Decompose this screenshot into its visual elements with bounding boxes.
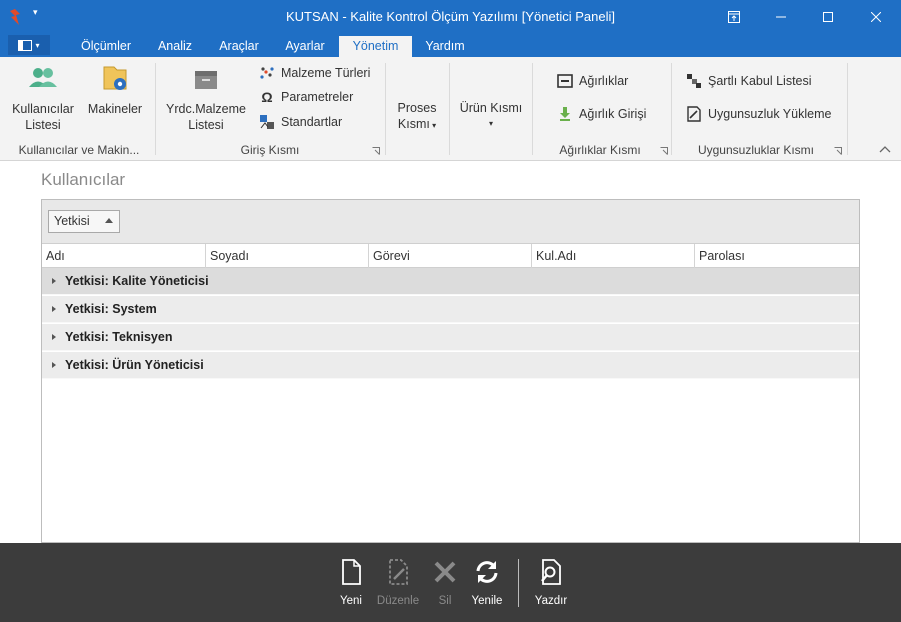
group-label-input: Giriş Kısmı bbox=[240, 143, 300, 157]
group-row-system[interactable]: Yetkisi: System bbox=[42, 296, 859, 323]
box-icon bbox=[195, 71, 217, 89]
expand-arrow-icon[interactable] bbox=[52, 362, 56, 368]
window-layout-icon bbox=[728, 10, 740, 23]
expand-arrow-icon[interactable] bbox=[52, 334, 56, 340]
process-section-dropdown[interactable]: Proses Kısmı ▾ bbox=[391, 100, 443, 134]
close-button[interactable] bbox=[853, 0, 899, 33]
tab-yardim[interactable]: Yardım bbox=[416, 36, 474, 57]
machines-button[interactable]: Makineler bbox=[84, 63, 146, 117]
weights-button[interactable]: Ağırlıklar bbox=[557, 71, 628, 91]
assistant-material-list-button[interactable]: Yrdc.Malzeme Listesi bbox=[162, 63, 250, 133]
ribbon-panel: Kullanıcılar Listesi Makineler Kullanıcı… bbox=[0, 57, 901, 161]
close-icon bbox=[871, 11, 881, 22]
sort-ascending-icon bbox=[105, 218, 113, 223]
dialog-launcher-icon[interactable] bbox=[372, 147, 380, 155]
column-header-row: Adı Soyadı Görevi Kul.Adı Parolası bbox=[42, 244, 859, 268]
dialog-launcher-icon[interactable] bbox=[834, 147, 842, 155]
users-grid[interactable]: Yetkisi Adı Soyadı Görevi Kul.Adı Parola… bbox=[41, 199, 860, 543]
collapse-ribbon-icon[interactable] bbox=[879, 144, 891, 154]
action-separator bbox=[518, 559, 519, 607]
standards-icon bbox=[259, 114, 275, 130]
delete-button[interactable]: Sil bbox=[430, 558, 460, 607]
refresh-icon bbox=[476, 561, 498, 583]
dialog-launcher-icon[interactable] bbox=[660, 147, 668, 155]
download-arrow-icon bbox=[557, 106, 573, 122]
weight-entry-button[interactable]: Ağırlık Girişi bbox=[557, 104, 646, 124]
group-row-kalite-yoneticisi[interactable]: Yetkisi: Kalite Yöneticisi bbox=[42, 268, 859, 295]
omega-icon: Ω bbox=[261, 89, 273, 105]
machines-icon bbox=[103, 66, 127, 90]
dropdown-arrow-icon: ▾ bbox=[429, 121, 437, 130]
group-row-urun-yoneticisi[interactable]: Yetkisi: Ürün Yöneticisi bbox=[42, 352, 859, 379]
dots-scatter-icon bbox=[259, 65, 275, 81]
page-title: Kullanıcılar bbox=[41, 170, 126, 189]
print-button[interactable]: Yazdır bbox=[531, 558, 571, 607]
ribbon-separator bbox=[385, 63, 386, 155]
users-icon bbox=[29, 68, 57, 87]
column-header-surname[interactable]: Soyadı bbox=[206, 244, 369, 268]
print-preview-icon bbox=[541, 559, 561, 585]
column-header-password[interactable]: Parolası bbox=[695, 244, 859, 268]
group-row-teknisyen[interactable]: Yetkisi: Teknisyen bbox=[42, 324, 859, 351]
delete-x-icon bbox=[434, 561, 456, 583]
tab-ayarlar[interactable]: Ayarlar bbox=[276, 36, 334, 57]
new-button[interactable]: Yeni bbox=[333, 558, 369, 607]
new-document-icon bbox=[342, 559, 361, 585]
refresh-button[interactable]: Yenile bbox=[468, 558, 506, 607]
tab-yonetim[interactable]: Yönetim bbox=[339, 36, 412, 57]
column-header-username[interactable]: Kul.Adı bbox=[532, 244, 695, 268]
ribbon-separator bbox=[847, 63, 848, 155]
ribbon-separator bbox=[532, 63, 533, 155]
parameters-button[interactable]: Ω Parametreler bbox=[259, 87, 353, 107]
ribbon-separator bbox=[671, 63, 672, 155]
ribbon-separator bbox=[449, 63, 450, 155]
edit-button[interactable]: Düzenle bbox=[373, 558, 423, 607]
column-header-name[interactable]: Adı bbox=[42, 244, 206, 268]
weights-box-icon bbox=[557, 73, 573, 89]
document-pen-icon bbox=[686, 106, 702, 122]
expand-arrow-icon[interactable] bbox=[52, 278, 56, 284]
maximize-icon bbox=[823, 11, 833, 22]
group-label-weights: Ağırlıklar Kısmı bbox=[559, 143, 641, 157]
checker-icon bbox=[686, 73, 702, 89]
expand-arrow-icon[interactable] bbox=[52, 306, 56, 312]
column-header-role[interactable]: Görevi bbox=[369, 244, 532, 268]
tab-olcumler[interactable]: Ölçümler bbox=[71, 36, 141, 57]
users-list-button[interactable]: Kullanıcılar Listesi bbox=[8, 63, 78, 133]
application-menu-icon bbox=[18, 39, 33, 51]
restore-layout-button[interactable] bbox=[711, 0, 757, 33]
ribbon-tab-bar: ▾ Ölçümler Analiz Araçlar Ayarlar Yöneti… bbox=[0, 33, 901, 57]
standards-button[interactable]: Standartlar bbox=[259, 112, 342, 132]
minimize-icon bbox=[776, 16, 786, 17]
ribbon-separator bbox=[155, 63, 156, 155]
nonconformity-upload-button[interactable]: Uygunsuzluk Yükleme bbox=[686, 104, 831, 124]
action-bar: Yeni Düzenle Sil Yenile Yazdır bbox=[0, 543, 901, 622]
group-label-nonconformity: Uygunsuzluklar Kısmı bbox=[697, 143, 815, 157]
application-menu-button[interactable]: ▾ bbox=[8, 35, 50, 55]
conditional-acceptance-list-button[interactable]: Şartlı Kabul Listesi bbox=[686, 71, 812, 91]
minimize-button[interactable] bbox=[758, 0, 804, 33]
product-section-dropdown[interactable]: Ürün Kısmı ▾ bbox=[455, 100, 527, 132]
edit-document-icon bbox=[389, 559, 408, 585]
tab-araclar[interactable]: Araçlar bbox=[209, 36, 269, 57]
group-by-chip[interactable]: Yetkisi bbox=[48, 210, 120, 233]
dropdown-arrow-icon: ▾ bbox=[488, 119, 493, 128]
tab-analiz[interactable]: Analiz bbox=[148, 36, 202, 57]
material-types-button[interactable]: Malzeme Türleri bbox=[259, 63, 370, 83]
title-bar: ▾ KUTSAN - Kalite Kontrol Ölçüm Yazılımı… bbox=[0, 0, 901, 33]
group-label-users-machines: Kullanıcılar ve Makin... bbox=[18, 143, 140, 157]
group-by-panel: Yetkisi bbox=[42, 200, 859, 244]
maximize-button[interactable] bbox=[805, 0, 851, 33]
